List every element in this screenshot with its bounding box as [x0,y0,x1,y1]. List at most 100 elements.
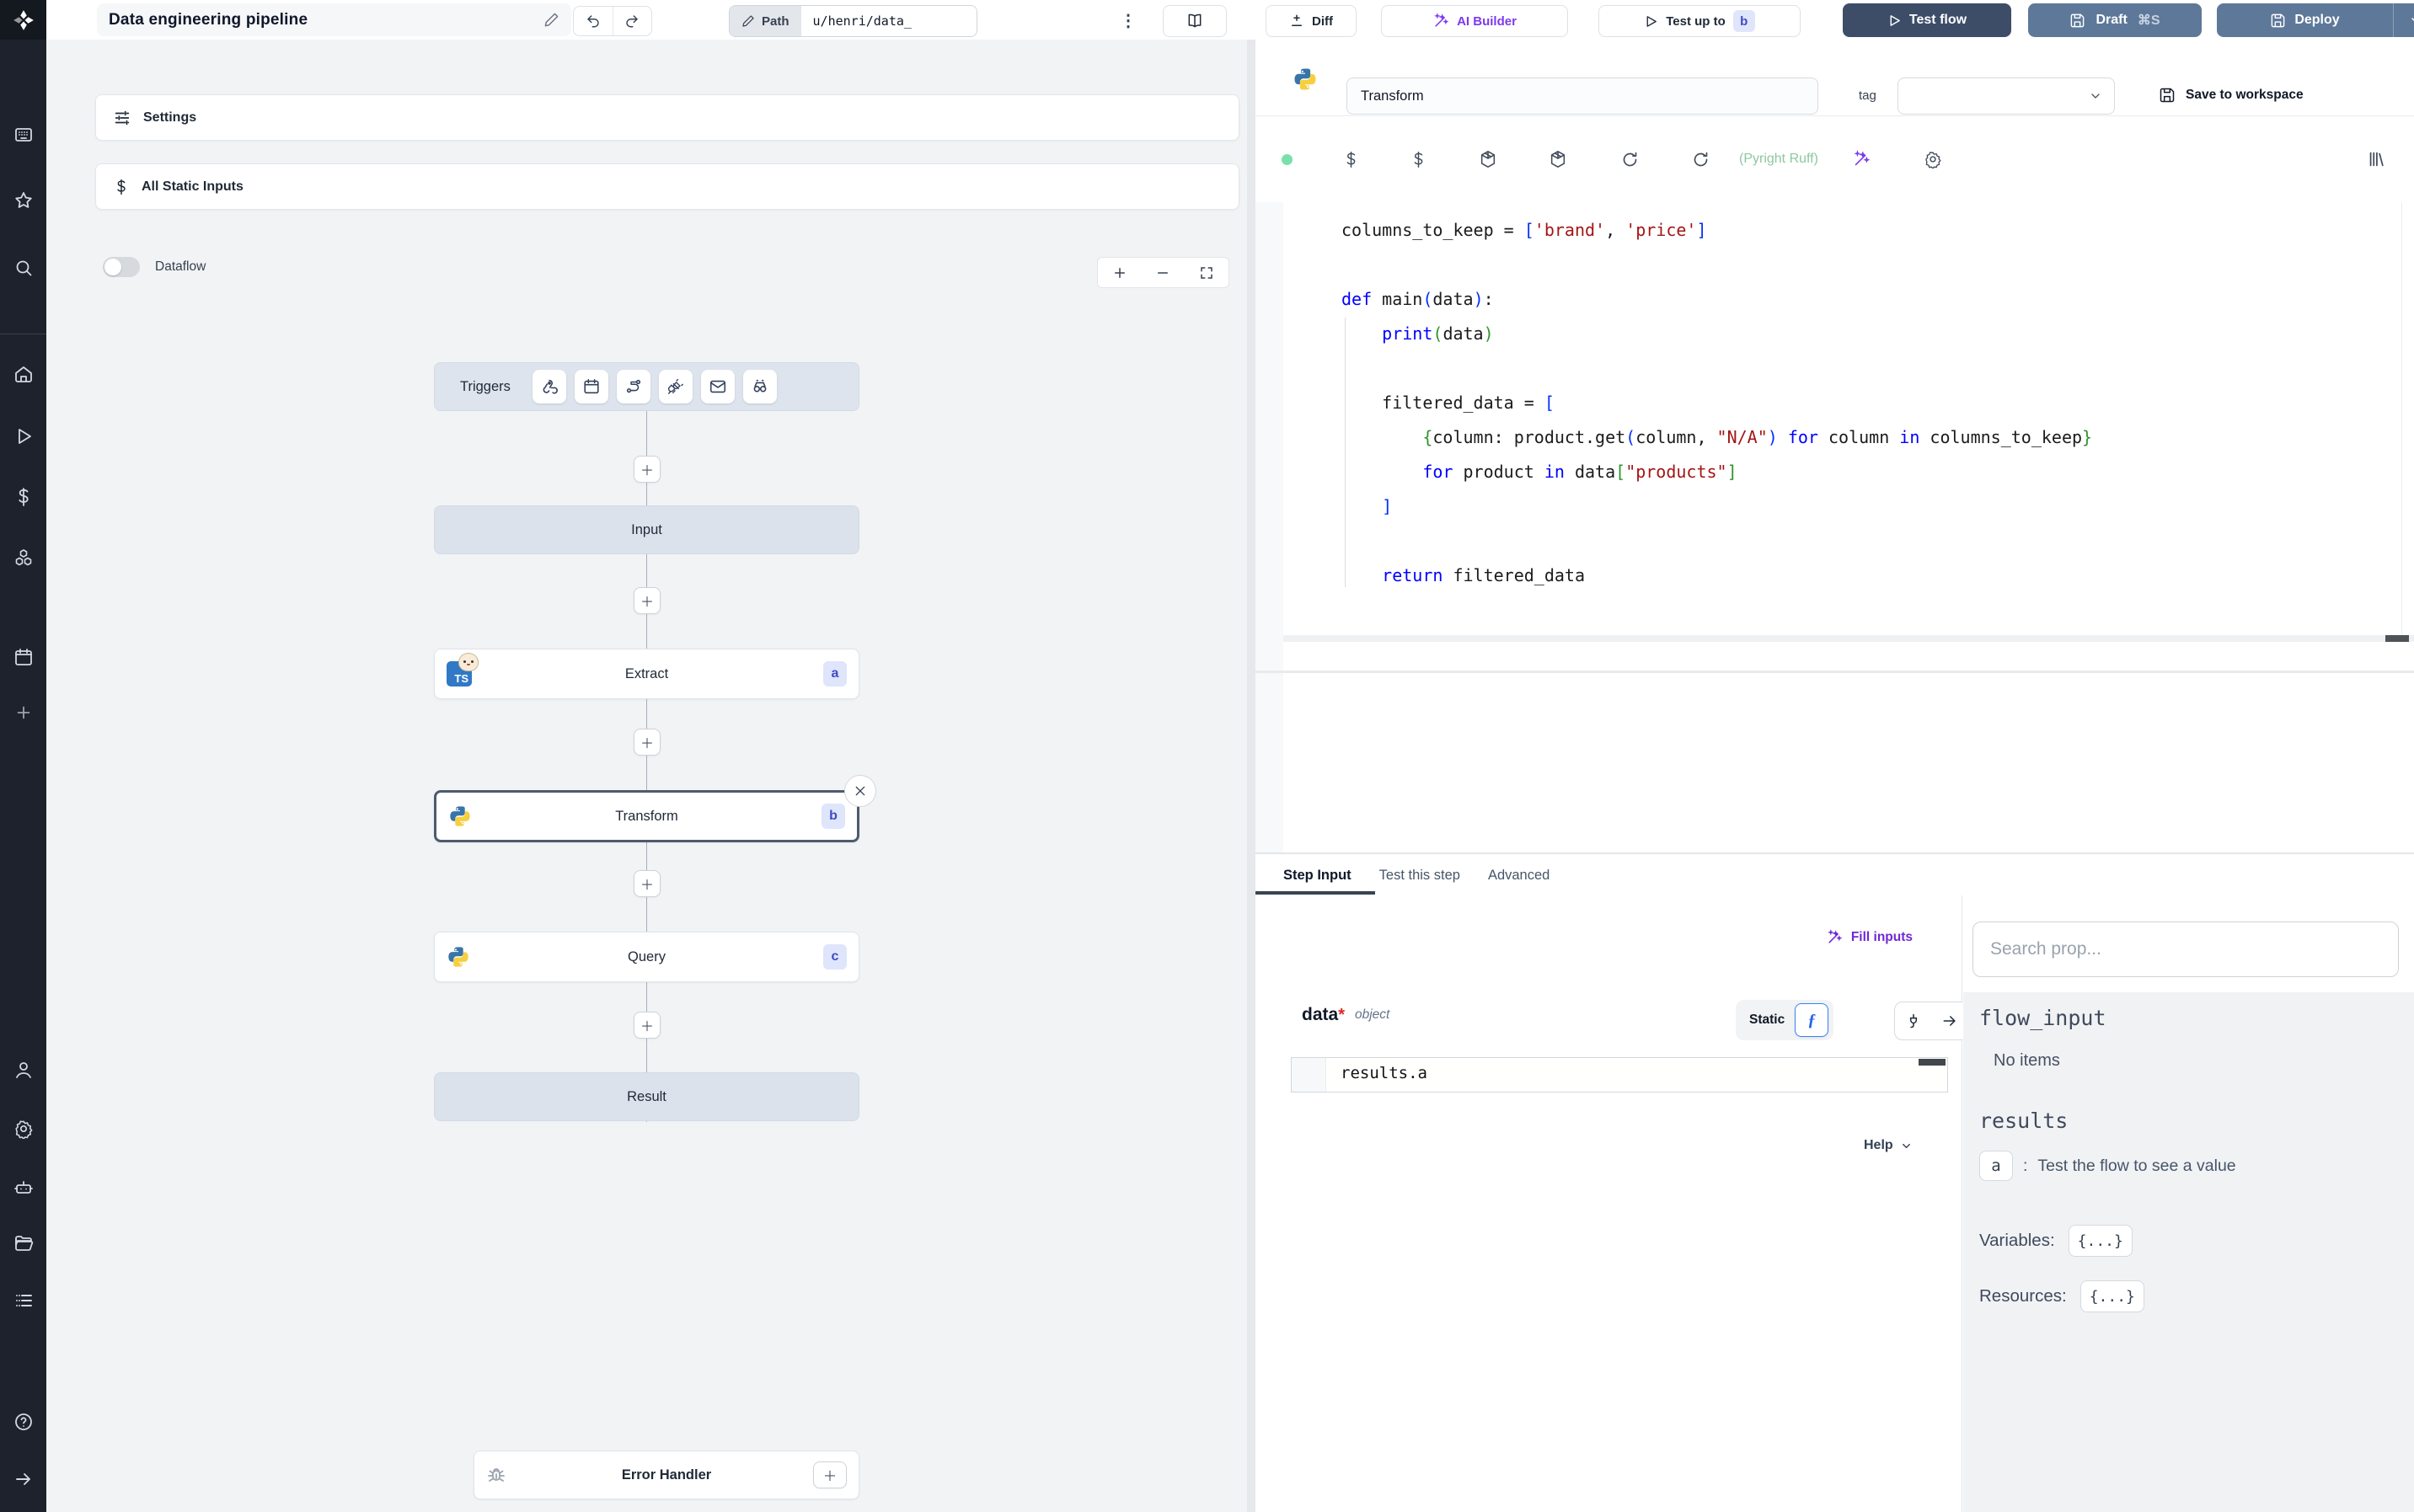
editor-bottom-divider [1255,671,2414,673]
static-mode-label[interactable]: Static [1749,1012,1785,1028]
insert-step-button-3[interactable]: ＋ [634,729,661,756]
panel-splitter[interactable] [1247,40,1255,1512]
diff-button[interactable]: Diff [1266,5,1357,37]
results-section-label[interactable]: results [1979,1109,2068,1133]
folders-icon[interactable] [0,1228,46,1258]
collapse-arrow-icon[interactable] [0,1464,46,1494]
transform-node[interactable]: Transform b [434,790,859,842]
variables-icon[interactable] [0,482,46,512]
package-alt-icon[interactable] [1523,150,1592,168]
fit-view-icon[interactable] [1199,265,1214,280]
step-name-input[interactable] [1346,77,1818,115]
add-menu-icon[interactable] [0,697,46,728]
insert-step-button-5[interactable]: ＋ [634,1012,661,1039]
expr-input-gutter [1292,1058,1326,1092]
favorites-star-icon[interactable] [0,185,46,216]
ai-assist-wand-icon[interactable] [1823,150,1899,168]
schedule-trigger-icon[interactable] [574,370,608,403]
deploy-button[interactable]: Deploy [2217,3,2393,37]
help-icon[interactable] [0,1407,46,1437]
result-key-badge[interactable]: a [1979,1151,2013,1181]
plug-trigger-icon[interactable] [658,370,693,403]
ai-builder-button[interactable]: AI Builder [1381,5,1568,37]
zoom-out-icon[interactable] [1155,265,1170,280]
left-rail [0,0,46,1512]
flow-input-section-label[interactable]: flow_input [1979,1006,2106,1030]
test-flow-button[interactable]: Test flow [1843,3,2011,37]
input-node[interactable]: Input [434,505,859,554]
workers-bot-icon[interactable] [0,1173,46,1203]
delete-step-close-icon[interactable] [844,775,876,807]
route-trigger-icon[interactable] [616,370,650,403]
top-toolbar: Data engineering pipeline Path u/henri/d… [46,0,2414,40]
tab-advanced[interactable]: Advanced [1488,868,1550,884]
error-handler-node[interactable]: Error Handler ＋ [474,1451,859,1499]
poll-watch-trigger-icon[interactable] [742,370,777,403]
windmill-logo-icon[interactable] [0,0,46,40]
package-icon[interactable] [1453,150,1523,168]
search-prop-input[interactable] [1972,922,2399,977]
tag-select[interactable] [1897,77,2115,115]
user-icon[interactable] [0,1055,46,1085]
tab-step-input[interactable]: Step Input [1283,868,1352,884]
path-value[interactable]: u/henri/data_ [800,6,977,36]
fill-inputs-button[interactable]: Fill inputs [1826,929,1913,946]
runs-icon[interactable] [0,421,46,451]
tab-test-this-step[interactable]: Test this step [1379,868,1460,884]
tag-chevron-down-icon [2089,89,2102,103]
variables-expand-badge[interactable]: {...} [2068,1225,2133,1257]
more-options-kebab-icon[interactable]: ⋮ [1115,7,1142,34]
draft-label: Draft [2096,13,2128,27]
expr-input[interactable]: results.a [1291,1057,1948,1093]
deploy-dropdown-chevron-icon[interactable] [2393,3,2414,37]
insert-resource-icon[interactable] [1384,151,1453,168]
lint-status-label[interactable]: (Pyright Ruff) [1739,152,1818,167]
home-icon[interactable] [0,359,46,389]
library-icon[interactable] [2338,150,2414,168]
zoom-in-icon[interactable] [1112,265,1127,280]
resources-expand-badge[interactable]: {...} [2079,1280,2144,1312]
search-icon[interactable] [0,253,46,283]
result-node[interactable]: Result [434,1072,859,1121]
test-up-to-button[interactable]: Test up to b [1598,5,1801,37]
edit-title-pencil-icon[interactable] [543,12,559,28]
email-trigger-icon[interactable] [700,370,735,403]
docs-book-button[interactable] [1163,5,1227,37]
editor-settings-gear-icon[interactable] [1899,150,1967,168]
workspace-icon[interactable] [0,120,46,150]
path-button[interactable]: Path u/henri/data_ [729,5,977,37]
settings-gear-icon[interactable] [0,1114,46,1144]
editor-hscrollbar[interactable] [1283,635,2414,642]
code-content[interactable]: columns_to_keep = ['brand', 'price'] def… [1341,213,2092,593]
schedules-icon[interactable] [0,642,46,672]
extract-node[interactable]: TS Extract a [434,649,859,699]
help-dropdown[interactable]: Help [1864,1138,1913,1153]
save-to-workspace-button[interactable]: Save to workspace [2159,87,2304,104]
query-node[interactable]: Query c [434,932,859,982]
reset-icon[interactable] [1667,151,1734,168]
all-static-inputs-button[interactable]: All Static Inputs [95,163,1239,210]
undo-icon[interactable] [574,7,613,35]
audit-logs-icon[interactable] [0,1285,46,1316]
expr-input-value[interactable]: results.a [1341,1064,1427,1082]
test-up-to-step-badge[interactable]: b [1732,10,1755,32]
add-error-handler-button[interactable]: ＋ [813,1461,847,1488]
plug-connect-icon[interactable] [1905,1012,1922,1029]
dataflow-toggle[interactable] [103,257,140,277]
resources-icon[interactable] [0,542,46,573]
triggers-node[interactable]: Triggers [434,362,859,411]
draft-button[interactable]: Draft ⌘S [2028,3,2202,37]
insert-variable-icon[interactable] [1318,151,1384,168]
arrow-right-icon[interactable] [1941,1012,1958,1029]
insert-step-button-1[interactable]: ＋ [634,456,661,483]
insert-step-button-4[interactable]: ＋ [634,870,661,897]
code-editor[interactable]: columns_to_keep = ['brand', 'price'] def… [1255,202,2414,855]
flow-settings-button[interactable]: Settings [95,94,1239,141]
redo-icon[interactable] [612,7,652,35]
step-editor-panel: tag Save to workspace (Pyright Ruff) [1255,40,2414,1512]
reload-icon[interactable] [1592,151,1667,168]
javascript-expr-mode-button[interactable]: ƒ [1795,1003,1829,1037]
webhook-trigger-icon[interactable] [532,370,566,403]
editor-hscrollbar-handle[interactable] [2385,635,2409,642]
insert-step-button-2[interactable]: ＋ [634,587,661,614]
